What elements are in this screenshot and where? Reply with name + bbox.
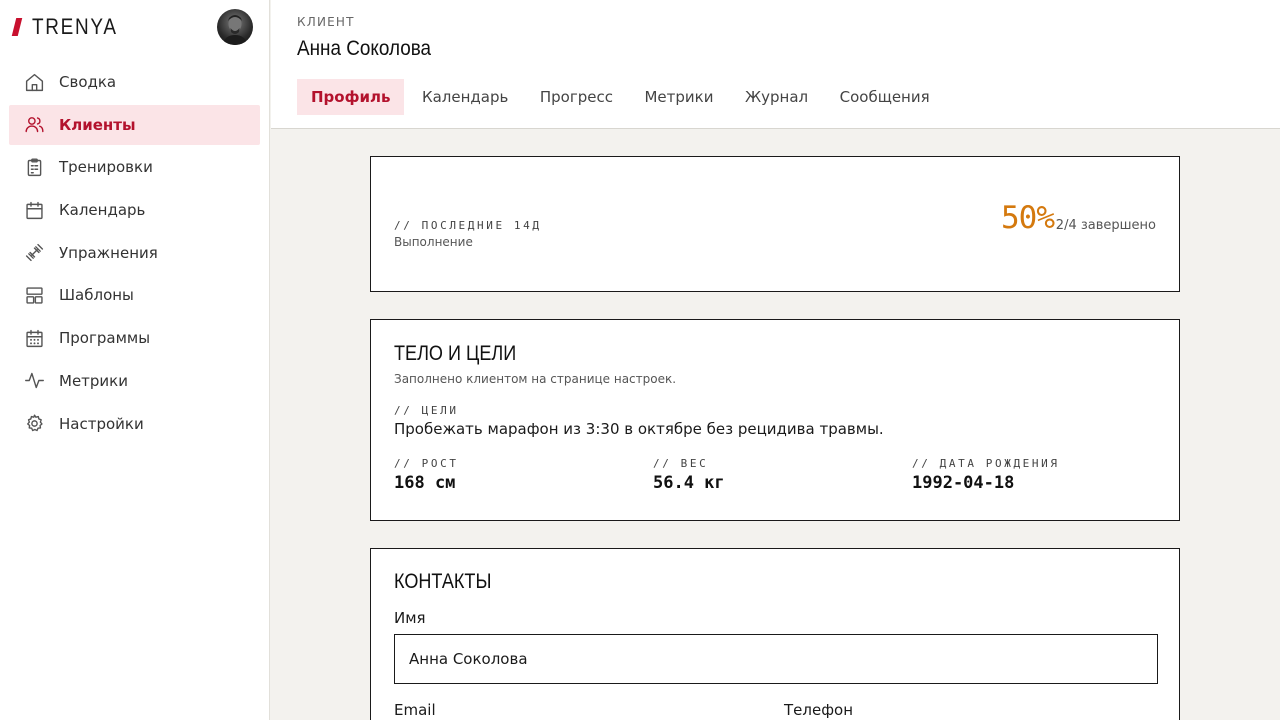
name-field[interactable]: [394, 634, 1158, 684]
sidebar-item-metrics[interactable]: Метрики: [9, 361, 260, 401]
sidebar-item-label: Метрики: [59, 371, 128, 390]
body-goals-subtitle: Заполнено клиентом на странице настроек.: [394, 372, 677, 386]
body-goals-title: ТЕЛО И ЦЕЛИ: [394, 342, 517, 365]
sidebar-item-summary[interactable]: Сводка: [9, 62, 260, 102]
stat-birthdate: // ДАТА РОЖДЕНИЯ 1992-04-18: [912, 457, 1060, 493]
contacts-title: КОНТАКТЫ: [394, 570, 492, 593]
sidebar-item-clients[interactable]: Клиенты: [9, 104, 260, 145]
sidebar-item-settings[interactable]: Настройки: [9, 404, 260, 444]
sidebar-item-label: Упражнения: [59, 243, 158, 262]
stat-value: 56.4 кг: [653, 473, 725, 493]
avatar[interactable]: [217, 9, 253, 45]
stat-value: 1992-04-18: [912, 473, 1015, 493]
sidebar: TRENYA Сводка Клиенты Тренировки Календа…: [0, 0, 270, 720]
page-header: КЛИЕНТ Анна Соколова Профиль Календарь П…: [271, 0, 1280, 129]
calendar-grid-icon: [22, 326, 46, 350]
stat-height: // РОСТ 168 см: [394, 457, 459, 493]
goals-kicker: // ЦЕЛИ: [394, 404, 459, 417]
brand-mark-icon: [11, 18, 23, 36]
tab-progress[interactable]: Прогресс: [526, 79, 627, 115]
stat-weight: // ВЕС 56.4 кг: [653, 457, 725, 493]
sidebar-item-exercises[interactable]: Упражнения: [9, 233, 260, 273]
completion-percent: 50%: [1001, 200, 1055, 236]
completion-summary: 2/4 завершено: [1055, 218, 1156, 233]
tab-messages[interactable]: Сообщения: [826, 79, 944, 115]
name-label: Имя: [394, 609, 426, 627]
sidebar-nav: Сводка Клиенты Тренировки Календарь Упра…: [9, 62, 260, 446]
body-goals-card: ТЕЛО И ЦЕЛИ Заполнено клиентом на страни…: [370, 319, 1180, 521]
tab-journal[interactable]: Журнал: [731, 79, 822, 115]
calendar-icon: [22, 198, 46, 222]
stat-value: 168 см: [394, 473, 456, 493]
sidebar-item-label: Клиенты: [59, 115, 136, 134]
completion-label: Выполнение: [394, 235, 473, 249]
home-icon: [22, 70, 46, 94]
tab-metrics[interactable]: Метрики: [630, 79, 727, 115]
email-label: Email: [394, 701, 436, 719]
sidebar-item-label: Тренировки: [59, 158, 153, 177]
stat-label: // РОСТ: [394, 457, 459, 470]
avatar-photo: [222, 15, 248, 45]
gear-icon: [22, 412, 46, 436]
page-title: Анна Соколова: [297, 37, 432, 60]
sidebar-item-templates[interactable]: Шаблоны: [9, 275, 260, 315]
brand-logo[interactable]: TRENYA: [11, 14, 132, 40]
tab-bar: Профиль Календарь Прогресс Метрики Журна…: [297, 79, 947, 115]
goals-text: Пробежать марафон из 3:30 в октябре без …: [394, 420, 884, 438]
completion-kicker: // ПОСЛЕДНИЕ 14Д: [394, 219, 542, 232]
layout-icon: [22, 283, 46, 307]
sidebar-item-label: Программы: [59, 329, 151, 348]
sidebar-item-label: Календарь: [59, 201, 146, 220]
tab-calendar[interactable]: Календарь: [408, 79, 522, 115]
sidebar-item-calendar[interactable]: Календарь: [9, 190, 260, 230]
sidebar-item-label: Настройки: [59, 414, 144, 433]
tab-profile[interactable]: Профиль: [297, 79, 405, 115]
dumbbell-icon: [22, 241, 46, 265]
stat-label: // ВЕС: [653, 457, 709, 470]
sidebar-item-workouts[interactable]: Тренировки: [9, 147, 260, 187]
activity-icon: [22, 369, 46, 393]
sidebar-item-label: Шаблоны: [59, 286, 134, 305]
sidebar-item-label: Сводка: [59, 73, 117, 91]
sidebar-item-programs[interactable]: Программы: [9, 318, 260, 358]
clipboard-icon: [22, 155, 46, 179]
completion-card: // ПОСЛЕДНИЕ 14Д Выполнение 50% 2/4 заве…: [370, 156, 1180, 292]
users-icon: [22, 113, 46, 137]
phone-label: Телефон: [784, 701, 854, 719]
page-overline: КЛИЕНТ: [297, 15, 355, 29]
stat-label: // ДАТА РОЖДЕНИЯ: [912, 457, 1060, 470]
brand-name: TRENYA: [32, 14, 118, 39]
contacts-card: КОНТАКТЫ Имя Email Телефон: [370, 548, 1180, 720]
